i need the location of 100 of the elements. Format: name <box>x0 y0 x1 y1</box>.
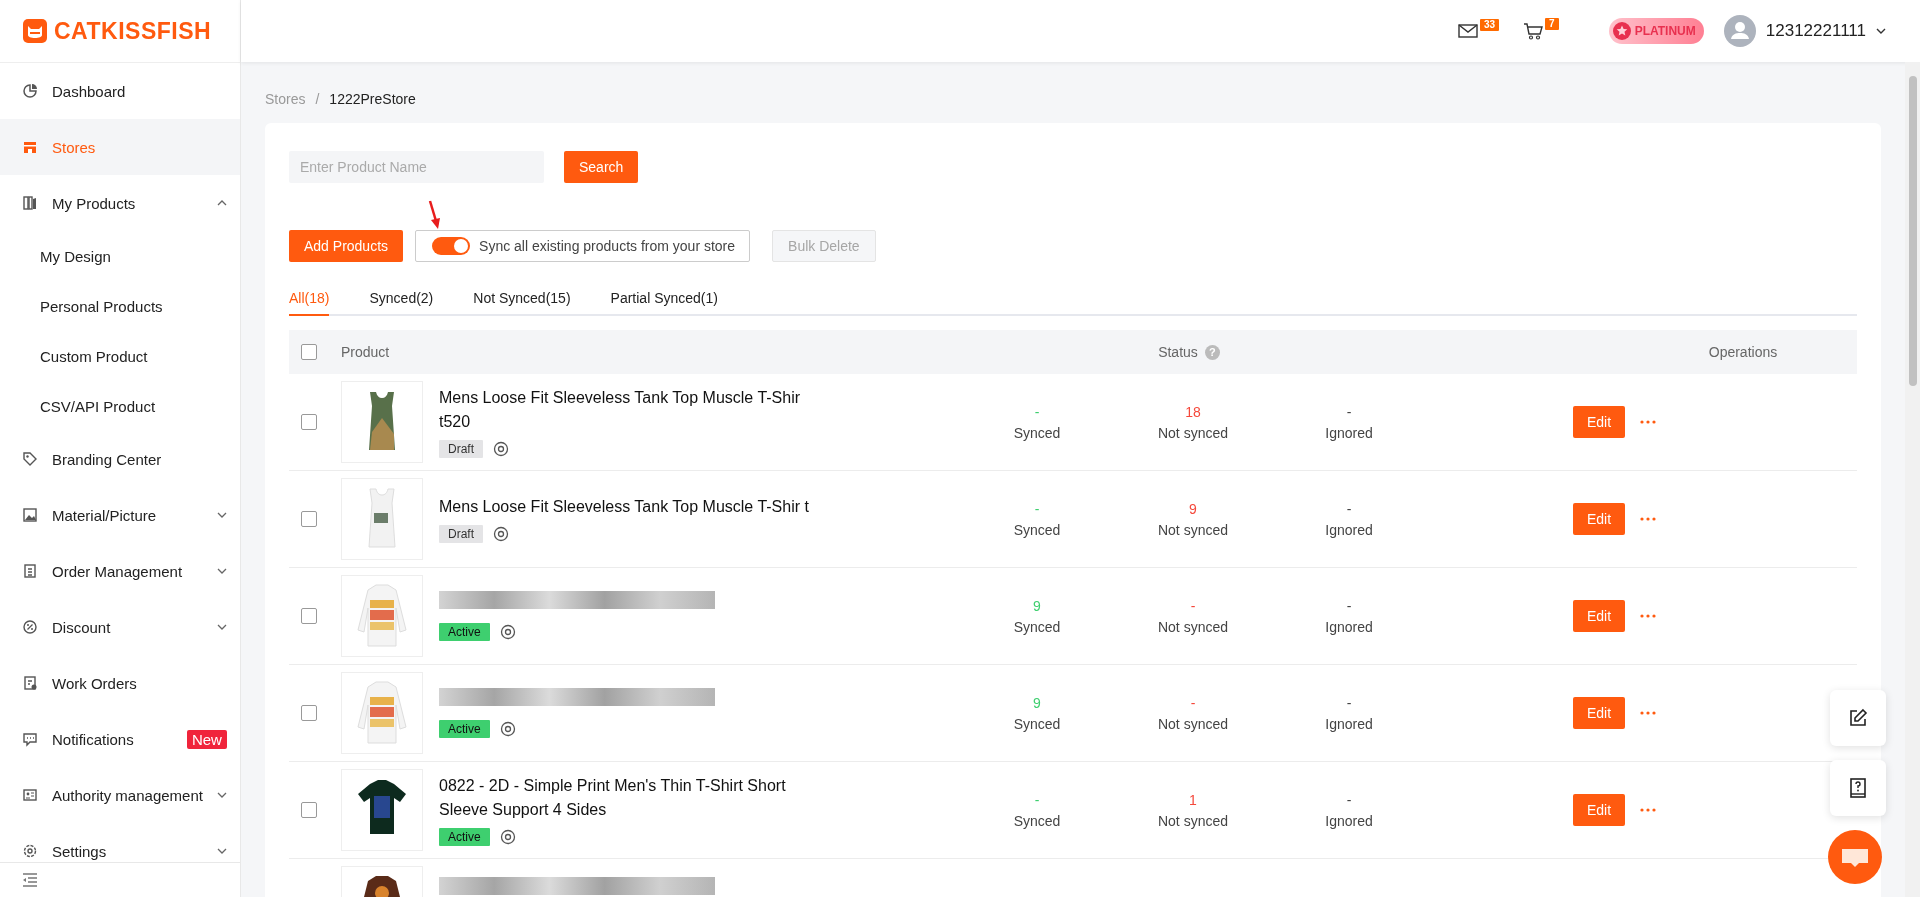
annotation-arrow-icon <box>427 200 442 230</box>
sync-option[interactable]: Sync all existing products from your store <box>415 230 751 262</box>
more-icon[interactable] <box>1639 807 1658 813</box>
status-tag: Active <box>439 623 490 641</box>
clipboard-icon <box>22 675 38 691</box>
help-button[interactable] <box>1830 760 1886 816</box>
checkbox[interactable] <box>301 344 317 360</box>
image-icon <box>22 507 38 523</box>
column-header: Product <box>341 344 391 360</box>
checkbox[interactable] <box>301 802 317 818</box>
status-label: Synced <box>1013 424 1061 441</box>
product-name[interactable]: Mens Loose Fit Sleeveless Tank Top Muscle T-Shir t520 <box>439 386 809 434</box>
status-label: Synced <box>1013 521 1061 538</box>
sync-count: - <box>1034 403 1040 420</box>
status-label: Ignored <box>1325 812 1373 829</box>
tag-icon <box>22 451 38 467</box>
tab[interactable]: Not Synced(15) <box>473 280 571 316</box>
checkbox[interactable] <box>301 608 317 624</box>
cart-icon[interactable] <box>1523 22 1544 40</box>
sync-count: - <box>1346 597 1352 614</box>
more-icon[interactable] <box>1639 516 1658 522</box>
status-label: Synced <box>1013 618 1061 635</box>
feedback-button[interactable] <box>1830 690 1886 746</box>
more-icon[interactable] <box>1639 613 1658 619</box>
sidebar-item[interactable]: My Products <box>0 175 240 231</box>
id-card-icon <box>22 787 38 803</box>
store-icon <box>22 139 38 155</box>
status-label: Ignored <box>1325 715 1373 732</box>
sync-count: 18 <box>1185 403 1201 420</box>
collapse-menu-icon[interactable] <box>22 873 38 887</box>
mail-icon[interactable] <box>1458 23 1478 39</box>
star-badge-icon <box>1612 22 1631 40</box>
eye-icon[interactable] <box>499 721 516 737</box>
message-icon <box>22 731 38 747</box>
sidebar-item[interactable]: Material/Picture <box>0 487 240 543</box>
scrollbar[interactable] <box>1905 62 1920 897</box>
sync-count: - <box>1346 694 1352 711</box>
eye-icon[interactable] <box>499 624 516 640</box>
sidebar-item[interactable]: Branding Center <box>0 431 240 487</box>
user-name[interactable]: 12312221111 <box>1765 21 1866 41</box>
status-label: Not synced <box>1157 812 1228 829</box>
column-header: Operations <box>1707 344 1779 360</box>
status-label: Not synced <box>1157 618 1228 635</box>
status-tag: Active <box>439 828 490 846</box>
toggle-switch[interactable] <box>432 237 471 255</box>
sidebar-item[interactable]: Dashboard <box>0 63 240 119</box>
count-badge: 7 <box>1545 18 1559 30</box>
sync-count: - <box>1190 597 1196 614</box>
sidebar-item[interactable]: Order Management <box>0 543 240 599</box>
eye-icon[interactable] <box>493 526 509 542</box>
avatar-icon <box>1723 15 1756 47</box>
settings-icon <box>22 843 38 859</box>
brand-name: CATKISSFISH <box>54 17 212 45</box>
edit-icon <box>1848 708 1868 728</box>
sidebar-subitem[interactable]: CSV/API Product <box>0 381 240 431</box>
eye-icon[interactable] <box>493 441 509 457</box>
product-name[interactable]: Mens Loose Fit Sleeveless Tank Top Muscle T-Shir t <box>439 495 809 519</box>
tab[interactable]: Partial Synced(1) <box>610 280 718 316</box>
sidebar-subitem[interactable]: Personal Products <box>0 281 240 331</box>
tab[interactable]: Synced(2) <box>369 280 434 316</box>
books-icon <box>22 195 38 211</box>
product-name[interactable]: 0822 - 2D - Simple Print Men's Thin T-Shirt Short Sleeve Support 4 Sides <box>439 774 809 822</box>
chevron-down-icon[interactable] <box>1876 27 1886 35</box>
sync-count: - <box>1190 694 1196 711</box>
status-label: Ignored <box>1325 521 1373 538</box>
count-badge: 33 <box>1480 19 1500 31</box>
sync-count: 9 <box>1189 500 1197 517</box>
sync-count: - <box>1034 500 1040 517</box>
status-tag: Draft <box>439 525 483 543</box>
membership-label: PLATINUM <box>1634 24 1696 38</box>
status-tag: Draft <box>439 440 483 458</box>
status-label: Synced <box>1013 812 1061 829</box>
eye-icon[interactable] <box>499 829 516 845</box>
list-icon <box>22 563 38 579</box>
sync-count: 9 <box>1033 694 1041 711</box>
more-icon[interactable] <box>1639 419 1658 425</box>
checkbox[interactable] <box>301 705 317 721</box>
status-tag: Active <box>439 720 490 738</box>
help-book-icon <box>1849 778 1867 798</box>
sync-count: - <box>1346 791 1352 808</box>
sidebar-item[interactable]: Settings <box>0 823 240 862</box>
sidebar-item[interactable]: Work Orders <box>0 655 240 711</box>
sidebar-item[interactable]: Notifications New <box>0 711 240 767</box>
sidebar-subitem[interactable]: Custom Product <box>0 331 240 381</box>
status-label: Not synced <box>1157 715 1228 732</box>
more-icon[interactable] <box>1639 710 1658 716</box>
sidebar-item[interactable]: Authority management <box>0 767 240 823</box>
checkbox[interactable] <box>301 511 317 527</box>
breadcrumb-item: 1222PreStore <box>329 91 416 107</box>
sidebar-subitem[interactable]: My Design <box>0 231 240 281</box>
sync-count: - <box>1346 500 1352 517</box>
column-header: Status <box>1158 344 1198 360</box>
checkbox[interactable] <box>301 414 317 430</box>
search-field[interactable]: Enter Product Name <box>289 151 544 183</box>
sync-count: - <box>1034 791 1040 808</box>
sync-count: 1 <box>1189 791 1197 808</box>
status-label: Ignored <box>1325 424 1373 441</box>
sidebar-item[interactable]: Discount <box>0 599 240 655</box>
cat-logo-icon <box>22 18 48 44</box>
sync-count: 9 <box>1033 597 1041 614</box>
